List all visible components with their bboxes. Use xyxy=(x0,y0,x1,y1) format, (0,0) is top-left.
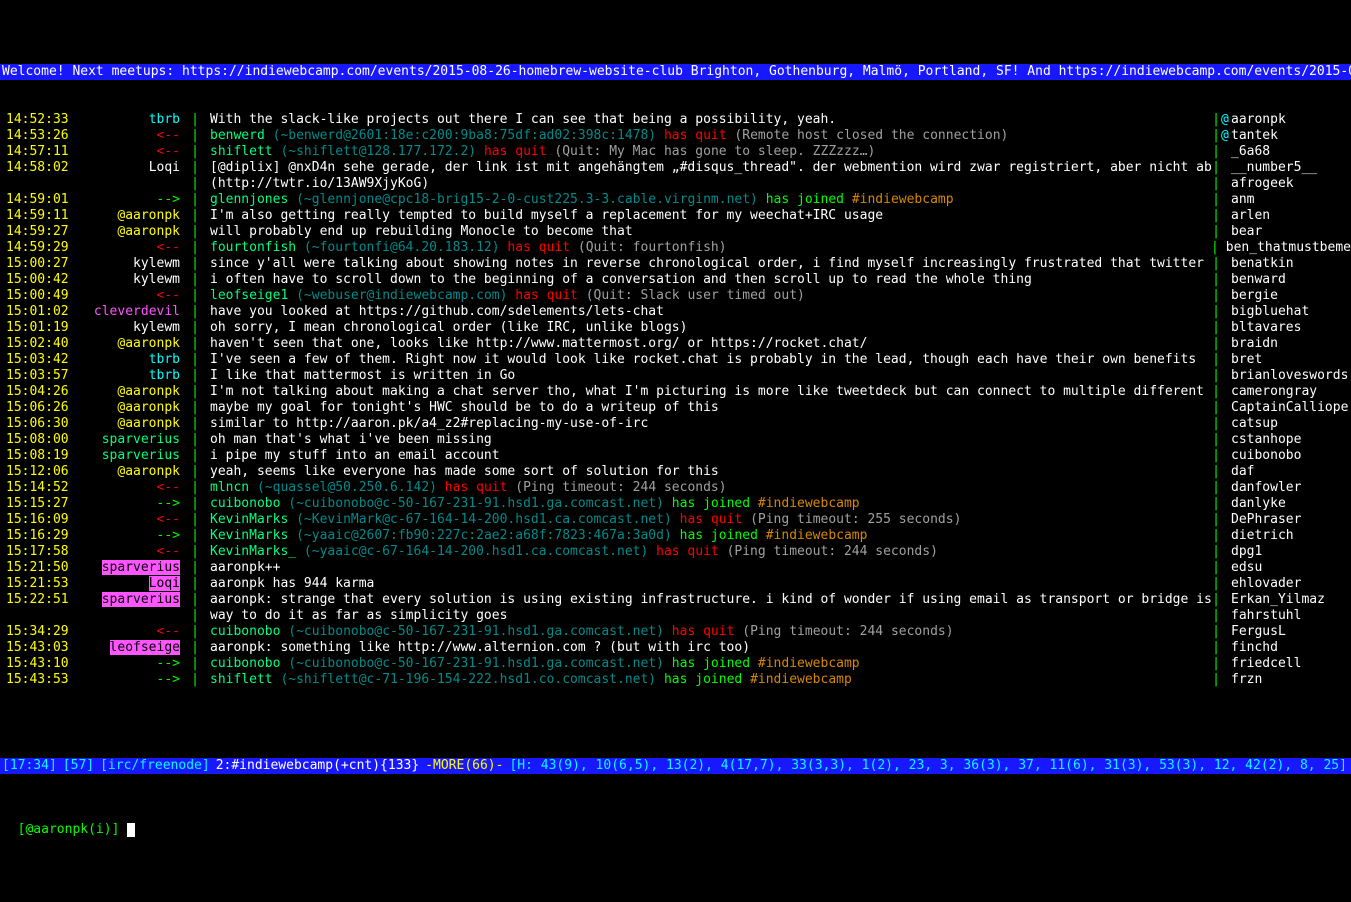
nicklist-item[interactable]: |arlen xyxy=(1211,208,1351,224)
chat-line: 15:15:27-->|cuibonobo (~cuibonobo@c-50-1… xyxy=(0,496,1211,512)
nicklist-item[interactable]: |@tantek xyxy=(1211,128,1351,144)
chat-line: 14:59:01-->|glennjones (~glennjone@cpc18… xyxy=(0,192,1211,208)
chat-line-continuation: |(http://twtr.io/13AW9XjyKoG) xyxy=(0,176,1211,192)
channel-topic-bar: Welcome! Next meetups: https://indiewebc… xyxy=(0,64,1351,80)
status-time: [17:34] xyxy=(2,758,57,774)
nicklist-item[interactable]: |afrogeek xyxy=(1211,176,1351,192)
nicklist-item[interactable]: |danfowler xyxy=(1211,480,1351,496)
nicklist-item[interactable]: |camerongray xyxy=(1211,384,1351,400)
chat-line-continuation: |way to do it as far as simplicity goes xyxy=(0,608,1211,624)
chat-line: 15:06:30@aaronpk|similar to http://aaron… xyxy=(0,416,1211,432)
status-more: -MORE(66)- xyxy=(425,758,503,774)
nicklist-item[interactable]: |FergusL xyxy=(1211,624,1351,640)
chat-line: 14:53:26<--|benwerd (~benwerd@2601:18e:c… xyxy=(0,128,1211,144)
chat-line: 14:59:11@aaronpk|I'm also getting really… xyxy=(0,208,1211,224)
cursor-icon xyxy=(127,823,135,837)
nicklist-item[interactable]: |friedcell xyxy=(1211,656,1351,672)
main-area: 14:52:33tbrb|With the slack-like project… xyxy=(0,112,1351,726)
chat-line: 15:02:40@aaronpk|haven't seen that one, … xyxy=(0,336,1211,352)
nicklist-item[interactable]: |daf xyxy=(1211,464,1351,480)
status-bufnum: [57] xyxy=(63,758,94,774)
nicklist-item[interactable]: |fahrstuhl xyxy=(1211,608,1351,624)
chat-line: 15:21:53Loqi|aaronpk has 944 karma xyxy=(0,576,1211,592)
nicklist-item[interactable]: |bigbluehat xyxy=(1211,304,1351,320)
chat-line: 14:58:02Loqi|[@diplix] @nxD4n sehe gerad… xyxy=(0,160,1211,176)
chat-line: 15:34:29<--|cuibonobo (~cuibonobo@c-50-1… xyxy=(0,624,1211,640)
nicklist-item[interactable]: |braidn xyxy=(1211,336,1351,352)
nicklist-item[interactable]: |danlyke xyxy=(1211,496,1351,512)
nick-list[interactable]: |@aaronpk|@tantek|_6a68|__number5__|afro… xyxy=(1211,112,1351,726)
nicklist-item[interactable]: |bret xyxy=(1211,352,1351,368)
chat-line: 14:57:11<--|shiflett (~shiflett@128.177.… xyxy=(0,144,1211,160)
nicklist-item[interactable]: |brianloveswords xyxy=(1211,368,1351,384)
chat-line: 15:16:09<--|KevinMarks (~KevinMark@c-67-… xyxy=(0,512,1211,528)
chat-line: 15:06:26@aaronpk|maybe my goal for tonig… xyxy=(0,400,1211,416)
status-bar: [17:34] [57] [irc/freenode] 2:#indiewebc… xyxy=(0,758,1351,774)
chat-line: 14:59:27@aaronpk|will probably end up re… xyxy=(0,224,1211,240)
nicklist-item[interactable]: |ehlovader xyxy=(1211,576,1351,592)
chat-line: 15:21:50sparverius|aaronpk++ xyxy=(0,560,1211,576)
nicklist-item[interactable]: |DePhraser xyxy=(1211,512,1351,528)
chat-line: 15:43:03leofseige|aaronpk: something lik… xyxy=(0,640,1211,656)
chat-buffer[interactable]: 14:52:33tbrb|With the slack-like project… xyxy=(0,112,1211,726)
nicklist-item[interactable]: |dpg1 xyxy=(1211,544,1351,560)
status-server: [irc/freenode] xyxy=(100,758,210,774)
nicklist-item[interactable]: |edsu xyxy=(1211,560,1351,576)
chat-line: 15:08:00sparverius|oh man that's what i'… xyxy=(0,432,1211,448)
chat-line: 15:43:53-->|shiflett (~shiflett@c-71-196… xyxy=(0,672,1211,688)
chat-line: 14:59:29<--|fourtonfish (~fourtonfi@64.2… xyxy=(0,240,1211,256)
nicklist-item[interactable]: |@aaronpk xyxy=(1211,112,1351,128)
chat-line: 15:17:58<--|KevinMarks_ (~yaaic@c-67-164… xyxy=(0,544,1211,560)
status-hotlist: [H: 43(9), 10(6,5), 13(2), 4(17,7), 33(3… xyxy=(509,758,1346,774)
chat-line: 15:01:19kylewm|oh sorry, I mean chronolo… xyxy=(0,320,1211,336)
nicklist-item[interactable]: |bergie xyxy=(1211,288,1351,304)
chat-line: 15:14:52<--|mlncn (~quassel@50.250.6.142… xyxy=(0,480,1211,496)
nicklist-item[interactable]: |Erkan_Yilmaz xyxy=(1211,592,1351,608)
nicklist-item[interactable]: |dietrich xyxy=(1211,528,1351,544)
chat-line: 15:22:51sparverius|aaronpk: strange that… xyxy=(0,592,1211,608)
nicklist-item[interactable]: |cuibonobo xyxy=(1211,448,1351,464)
nicklist-item[interactable]: |benward xyxy=(1211,272,1351,288)
chat-line: 14:52:33tbrb|With the slack-like project… xyxy=(0,112,1211,128)
nicklist-item[interactable]: |ben_thatmustbeme xyxy=(1211,240,1351,256)
nicklist-item[interactable]: |anm xyxy=(1211,192,1351,208)
nicklist-item[interactable]: |catsup xyxy=(1211,416,1351,432)
input-prompt: [@aaronpk(i)] xyxy=(18,822,120,837)
chat-line: 15:03:57tbrb|I like that mattermost is w… xyxy=(0,368,1211,384)
nicklist-item[interactable]: |benatkin xyxy=(1211,256,1351,272)
input-bar[interactable]: [@aaronpk(i)] xyxy=(0,806,1351,822)
chat-line: 15:16:29-->|KevinMarks (~yaaic@2607:fb90… xyxy=(0,528,1211,544)
chat-line: 15:12:06@aaronpk|yeah, seems like everyo… xyxy=(0,464,1211,480)
chat-line: 15:03:42tbrb|I've seen a few of them. Ri… xyxy=(0,352,1211,368)
chat-line: 15:00:27kylewm|since y'all were talking … xyxy=(0,256,1211,272)
nicklist-item[interactable]: |__number5__ xyxy=(1211,160,1351,176)
chat-line: 15:04:26@aaronpk|I'm not talking about m… xyxy=(0,384,1211,400)
chat-line: 15:00:42kylewm|i often have to scroll do… xyxy=(0,272,1211,288)
nicklist-item[interactable]: |CaptainCalliope xyxy=(1211,400,1351,416)
chat-line: 15:08:19sparverius|i pipe my stuff into … xyxy=(0,448,1211,464)
nicklist-item[interactable]: |bltavares xyxy=(1211,320,1351,336)
nicklist-item[interactable]: |bear xyxy=(1211,224,1351,240)
nicklist-item[interactable]: |_6a68 xyxy=(1211,144,1351,160)
chat-line: 15:43:10-->|cuibonobo (~cuibonobo@c-50-1… xyxy=(0,656,1211,672)
nicklist-item[interactable]: |cstanhope xyxy=(1211,432,1351,448)
status-channel: 2:#indiewebcamp(+cnt){133} xyxy=(216,758,420,774)
nicklist-item[interactable]: |frzn xyxy=(1211,672,1351,688)
nicklist-item[interactable]: |finchd xyxy=(1211,640,1351,656)
chat-line: 15:00:49<--|leofseige1 (~webuser@indiewe… xyxy=(0,288,1211,304)
chat-line: 15:01:02cleverdevil|have you looked at h… xyxy=(0,304,1211,320)
